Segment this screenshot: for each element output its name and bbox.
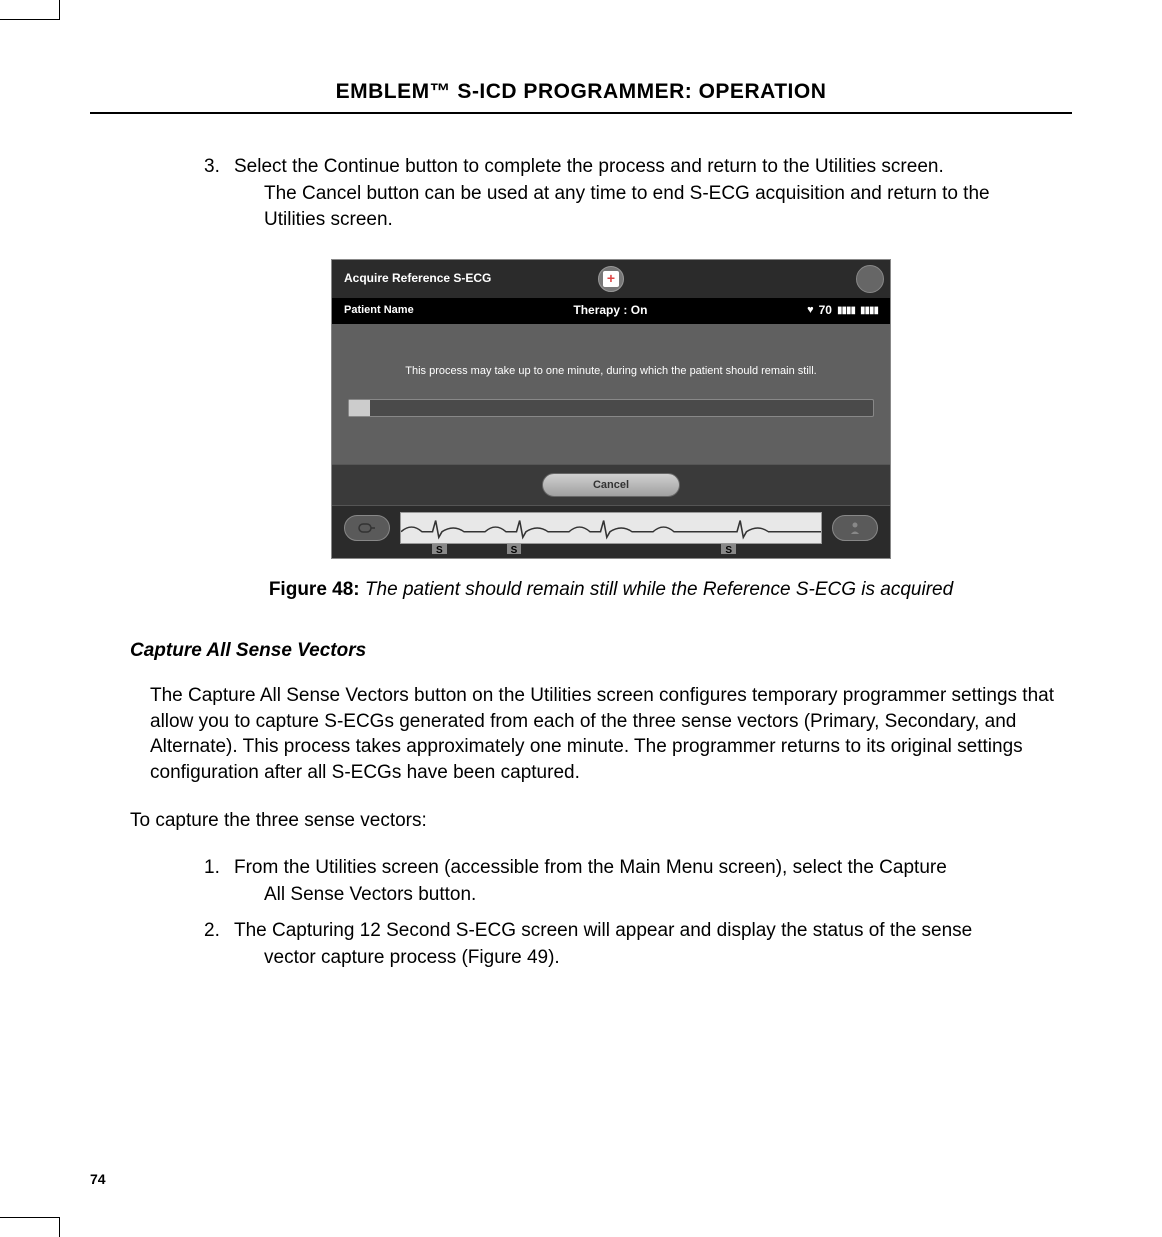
- step-1-item: 1. From the Utilities screen (accessible…: [204, 855, 1072, 908]
- section-paragraph: The Capture All Sense Vectors button on …: [150, 683, 1072, 786]
- device-main-area: This process may take up to one minute, …: [332, 324, 890, 464]
- therapy-status: Therapy : On: [573, 302, 647, 319]
- crop-mark-bottom: [0, 1217, 60, 1237]
- bpm-value: 70: [819, 302, 832, 319]
- step-2-item: 2. The Capturing 12 Second S-ECG screen …: [204, 918, 1072, 971]
- page-content: EMBLEM™ S-ICD PROGRAMMER: OPERATION 3. S…: [0, 0, 1162, 1237]
- process-message: This process may take up to one minute, …: [348, 364, 874, 379]
- step-2-number: 2.: [204, 918, 234, 971]
- rescue-shock-button[interactable]: +: [598, 266, 624, 292]
- device-footer: [332, 506, 890, 544]
- person-icon: [848, 521, 862, 535]
- ecg-markers: S S S: [332, 544, 890, 558]
- plus-icon: +: [603, 271, 619, 287]
- step-3-line1: Select the Continue button to complete t…: [234, 154, 990, 181]
- patient-name-label: Patient Name: [344, 303, 414, 318]
- step-3-number: 3.: [204, 154, 234, 234]
- steps-list: 1. From the Utilities screen (accessible…: [204, 855, 1072, 971]
- header-divider: [90, 112, 1072, 114]
- device-icon: [357, 521, 377, 535]
- signal-icon: ▮▮▮▮: [860, 304, 878, 318]
- left-device-button[interactable]: [344, 515, 390, 541]
- figure-label: Figure 48:: [269, 579, 360, 600]
- device-screenshot: Acquire Reference S-ECG + Patient Name T…: [150, 259, 1072, 559]
- marker-s-1: S: [432, 544, 447, 554]
- figure-caption: Figure 48: The patient should remain sti…: [150, 577, 1072, 604]
- device-infobar: Patient Name Therapy : On ♥ 70 ▮▮▮▮ ▮▮▮▮: [332, 298, 890, 324]
- cancel-button[interactable]: Cancel: [542, 473, 680, 497]
- steps-intro: To capture the three sense vectors:: [130, 808, 1072, 834]
- ecg-waveform: [401, 513, 821, 543]
- cancel-area: Cancel: [332, 464, 890, 506]
- page-title: EMBLEM™ S-ICD PROGRAMMER: OPERATION: [90, 80, 1072, 104]
- menu-button[interactable]: [856, 265, 884, 293]
- step-1-line2: All Sense Vectors button.: [234, 882, 1072, 909]
- step-1-number: 1.: [204, 855, 234, 908]
- step-3-line3: Utilities screen.: [234, 207, 990, 234]
- topbar-title: Acquire Reference S-ECG: [344, 270, 491, 287]
- right-device-button[interactable]: [832, 515, 878, 541]
- ecg-trace: [400, 512, 822, 544]
- step-1-line1: From the Utilities screen (accessible fr…: [234, 855, 1072, 882]
- section-heading: Capture All Sense Vectors: [130, 638, 1072, 665]
- marker-s-3: S: [721, 544, 736, 554]
- heart-icon: ♥: [807, 303, 814, 318]
- step-2-line2: vector capture process (Figure 49).: [234, 945, 1072, 972]
- step-3-item: 3. Select the Continue button to complet…: [204, 154, 1072, 234]
- device-screen: Acquire Reference S-ECG + Patient Name T…: [331, 259, 891, 559]
- progress-bar: [348, 399, 874, 417]
- step-2-line1: The Capturing 12 Second S-ECG screen wil…: [234, 918, 1072, 945]
- status-indicators: ♥ 70 ▮▮▮▮ ▮▮▮▮: [807, 302, 878, 319]
- marker-s-2: S: [507, 544, 522, 554]
- device-topbar: Acquire Reference S-ECG +: [332, 260, 890, 298]
- battery-icon: ▮▮▮▮: [837, 304, 855, 318]
- progress-fill: [349, 400, 370, 416]
- page-number: 74: [90, 1171, 106, 1187]
- step-3-line2: The Cancel button can be used at any tim…: [234, 181, 990, 208]
